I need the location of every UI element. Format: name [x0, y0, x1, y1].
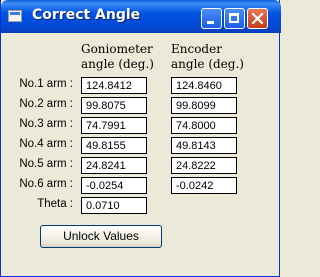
goniometer-field-arm3[interactable]: 74.7991 — [81, 117, 147, 134]
goniometer-header: Goniometer angle (deg.) — [81, 42, 154, 72]
correct-angle-window: Correct Angle Goniometer angle (deg.) En… — [0, 0, 281, 277]
theta-field[interactable]: 0.0710 — [81, 197, 147, 214]
encoder-field-arm2[interactable]: 99.8099 — [171, 97, 237, 114]
goniometer-field-arm6[interactable]: -0.0254 — [81, 177, 147, 194]
encoder-field-arm5[interactable]: 24.8222 — [171, 157, 237, 174]
goniometer-field-arm5[interactable]: 24.8241 — [81, 157, 147, 174]
maximize-button[interactable] — [224, 8, 245, 29]
title-bar[interactable]: Correct Angle — [1, 0, 281, 33]
row-label-arm3: No.3 arm : — [19, 118, 73, 130]
minimize-button[interactable] — [201, 8, 222, 29]
row-label-arm1: No.1 arm : — [19, 78, 73, 90]
encoder-field-arm6[interactable]: -0.0242 — [171, 177, 237, 194]
unlock-values-button[interactable]: Unlock Values — [40, 225, 162, 248]
close-button[interactable] — [247, 8, 268, 29]
goniometer-header-line2: angle (deg.) — [81, 57, 154, 71]
goniometer-field-arm4[interactable]: 49.8155 — [81, 137, 147, 154]
encoder-header-line1: Encoder — [171, 42, 222, 56]
goniometer-field-arm1[interactable]: 124.8412 — [81, 77, 147, 94]
window-title: Correct Angle — [32, 7, 141, 23]
encoder-header-line2: angle (deg.) — [171, 57, 244, 71]
encoder-field-arm4[interactable]: 49.8143 — [171, 137, 237, 154]
client-area: Goniometer angle (deg.) Encoder angle (d… — [5, 33, 277, 274]
row-label-arm4: No.4 arm : — [19, 138, 73, 150]
maximize-icon — [229, 13, 239, 23]
encoder-field-arm1[interactable]: 124.8460 — [171, 77, 237, 94]
goniometer-header-line1: Goniometer — [81, 42, 153, 56]
close-icon — [251, 12, 264, 25]
row-label-arm5: No.5 arm : — [19, 158, 73, 170]
row-label-arm2: No.2 arm : — [19, 98, 73, 110]
encoder-field-arm3[interactable]: 74.8000 — [171, 117, 237, 134]
encoder-header: Encoder angle (deg.) — [171, 42, 244, 72]
app-icon — [8, 10, 22, 22]
row-label-arm6: No.6 arm : — [19, 178, 73, 190]
theta-label: Theta : — [37, 198, 73, 210]
goniometer-field-arm2[interactable]: 99.8075 — [81, 97, 147, 114]
minimize-icon — [207, 21, 214, 24]
